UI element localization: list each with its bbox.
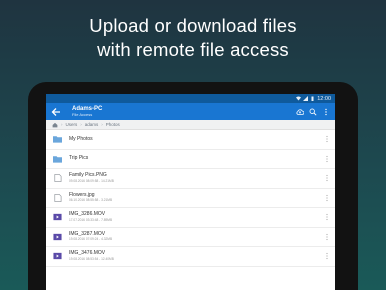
more-options-icon[interactable]	[325, 233, 329, 241]
more-options-icon[interactable]	[325, 135, 329, 143]
cloud-upload-icon[interactable]	[296, 108, 304, 116]
headline-line-2: with remote file access	[97, 39, 289, 60]
app-bar: Adams-PC File Access	[46, 103, 335, 120]
more-options-icon[interactable]	[325, 213, 329, 221]
folder-icon	[53, 136, 62, 143]
battery-icon	[311, 96, 314, 101]
file-name: Trip Pics	[69, 155, 89, 162]
list-item[interactable]: Family Pics.PNG 09.08.2016 08:09:58 - 14…	[46, 169, 335, 189]
file-meta: 17.07.2016 03:33:48 - 7.89MB	[69, 217, 113, 222]
breadcrumb-item[interactable]: Photos	[106, 122, 120, 127]
video-file-icon	[53, 253, 62, 260]
back-arrow-icon[interactable]	[51, 107, 61, 117]
more-options-icon[interactable]	[325, 155, 329, 163]
app-screen: 12:00 Adams-PC File Access › Users › ada…	[46, 94, 335, 290]
promo-headline: Upload or download files with remote fil…	[0, 14, 386, 62]
file-name: IMG_3287.MOV	[69, 230, 106, 237]
breadcrumb-item[interactable]: adams	[85, 122, 99, 127]
signal-icon	[303, 96, 309, 101]
home-icon[interactable]	[52, 122, 58, 128]
status-bar: 12:00	[46, 94, 335, 103]
list-item[interactable]: IMG_3286.MOV 17.07.2016 03:33:48 - 7.89M…	[46, 208, 335, 228]
app-bar-subtitle: File Access	[72, 112, 93, 117]
headline-line-1: Upload or download files	[89, 15, 297, 36]
list-item[interactable]: IMG_3287.MOV 19.08.2016 07:09:24 - 4.32M…	[46, 228, 335, 247]
overflow-menu-icon[interactable]	[322, 108, 330, 116]
file-meta: 06.10.2016 08:55:58 - 3.21MB	[69, 198, 113, 203]
file-icon	[54, 174, 62, 183]
video-file-icon	[53, 233, 62, 240]
search-icon[interactable]	[309, 108, 317, 116]
list-item[interactable]: IMG_3476.MOV 19.08.2016 08:53:54 - 12.40…	[46, 247, 335, 267]
video-file-icon	[53, 214, 62, 221]
file-name: Flowers.jpg	[69, 191, 95, 198]
list-item[interactable]: Trip Pics	[46, 150, 335, 169]
list-item[interactable]: My Photos	[46, 130, 335, 150]
breadcrumb: › Users › adams › Photos	[46, 120, 335, 130]
file-name: My Photos	[69, 135, 93, 142]
breadcrumb-item[interactable]: Users	[66, 122, 78, 127]
file-list: My Photos Trip Pics Family Pics.PNG 09.0…	[46, 130, 335, 267]
file-meta: 19.08.2016 07:09:24 - 4.32MB	[69, 237, 113, 242]
folder-icon	[53, 156, 62, 163]
app-bar-title: Adams-PC	[72, 106, 103, 112]
file-name: IMG_3476.MOV	[69, 250, 106, 257]
list-item[interactable]: Flowers.jpg 06.10.2016 08:55:58 - 3.21MB	[46, 189, 335, 208]
file-meta: 09.08.2016 08:09:58 - 14.21MB	[69, 178, 114, 183]
file-icon	[54, 193, 62, 202]
file-meta: 19.08.2016 08:53:54 - 12.40MB	[69, 256, 114, 261]
wifi-icon	[296, 96, 302, 101]
more-options-icon[interactable]	[325, 252, 329, 260]
clock-text: 12:00	[317, 95, 331, 102]
file-name: IMG_3286.MOV	[69, 211, 106, 218]
more-options-icon[interactable]	[325, 174, 329, 182]
more-options-icon[interactable]	[325, 194, 329, 202]
file-name: Family Pics.PNG	[69, 172, 107, 179]
